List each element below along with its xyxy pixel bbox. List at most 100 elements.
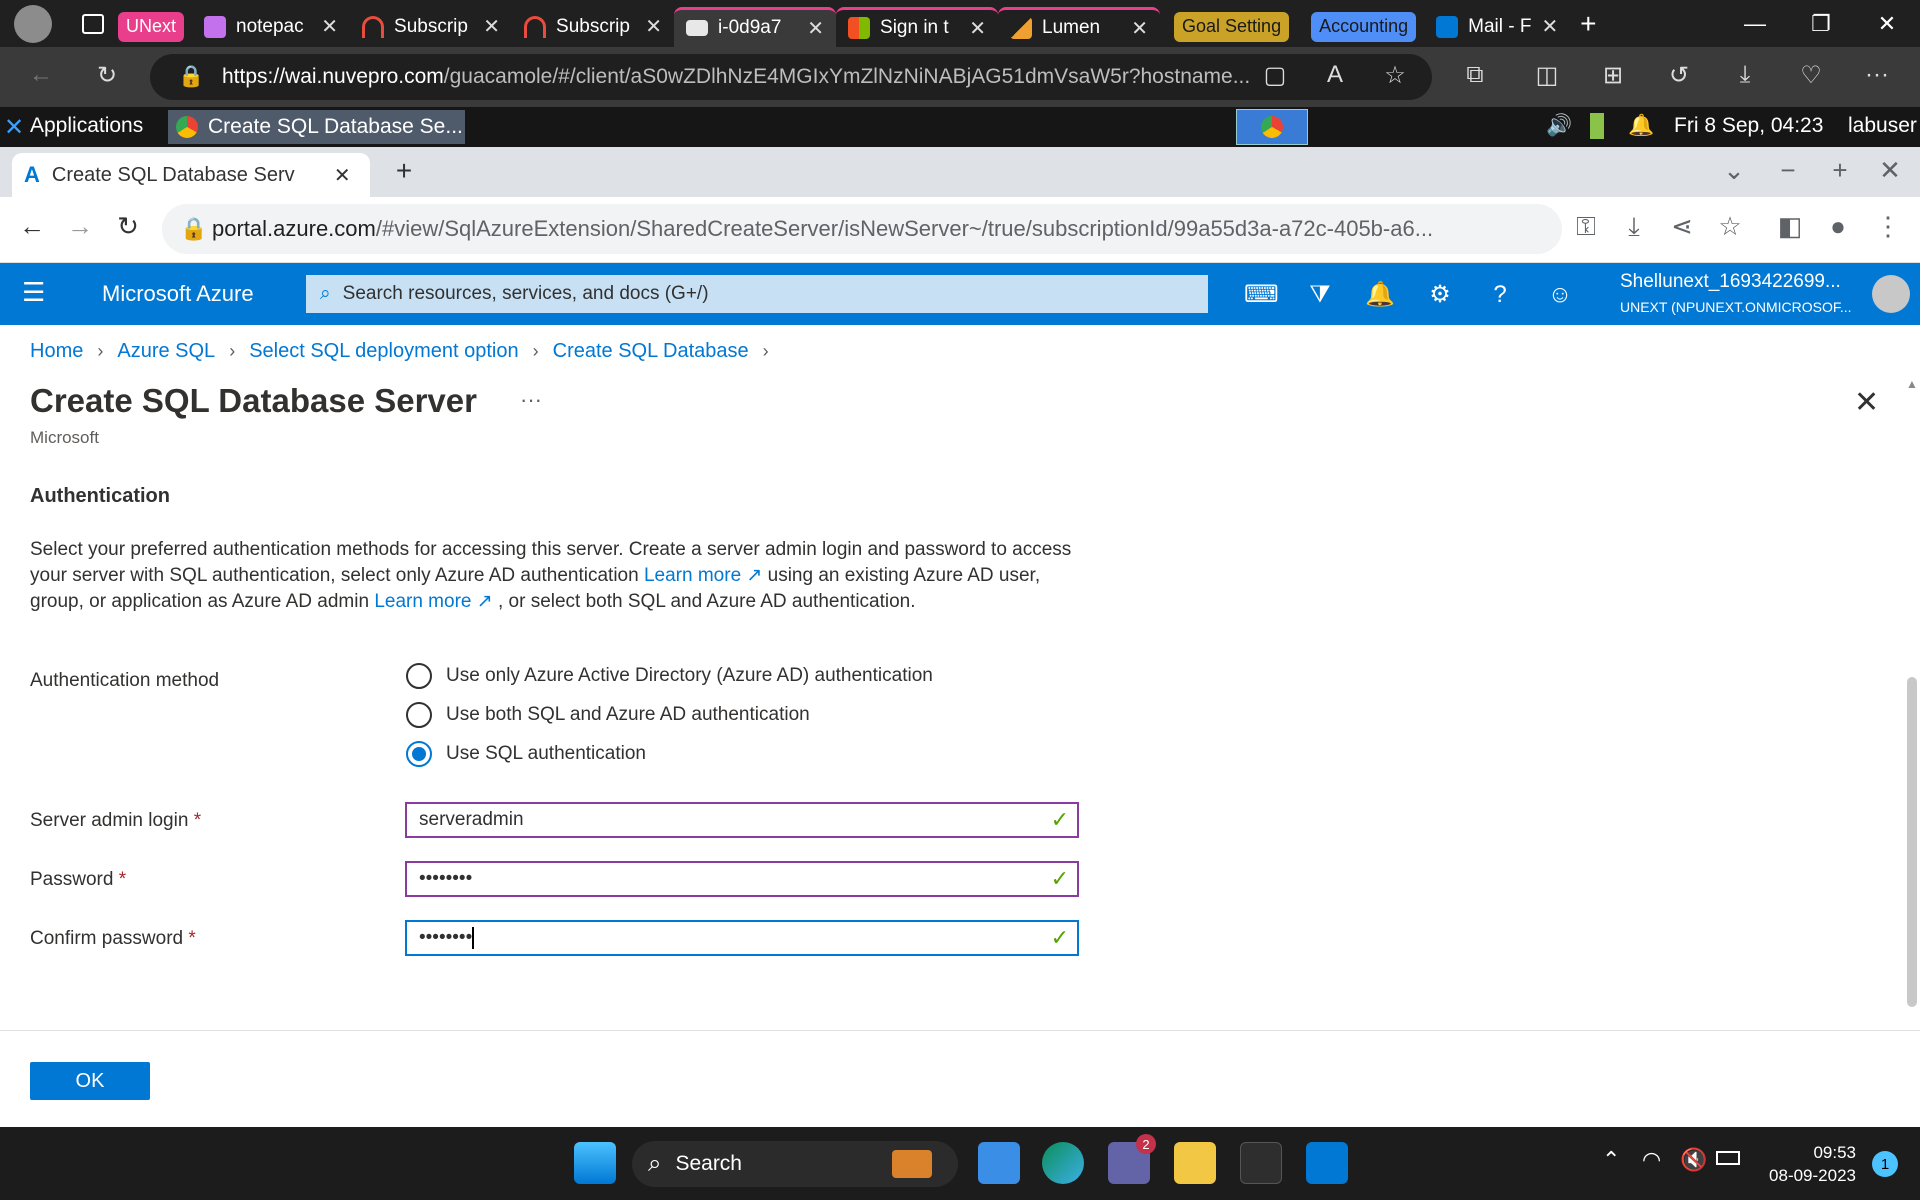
- close-icon[interactable]: ✕: [969, 16, 986, 41]
- performance-icon[interactable]: ♡: [1794, 61, 1828, 90]
- feedback-icon[interactable]: ☺: [1544, 279, 1576, 311]
- close-blade-icon[interactable]: ✕: [1854, 385, 1879, 420]
- breadcrumb-select-deployment[interactable]: Select SQL deployment option: [249, 340, 518, 363]
- teams-app-icon[interactable]: 2: [1108, 1134, 1156, 1184]
- radio-sql-only[interactable]: Use SQL authentication: [406, 741, 646, 767]
- scrollbar-thumb[interactable]: [1907, 677, 1917, 1007]
- notifications-icon[interactable]: 🔔: [1364, 279, 1396, 311]
- profile-icon[interactable]: ●: [1820, 211, 1856, 242]
- read-aloud-icon[interactable]: A: [1318, 61, 1352, 89]
- notification-bell-icon[interactable]: 🔔: [1628, 114, 1654, 138]
- history-icon[interactable]: ↺: [1662, 61, 1696, 90]
- split-screen-icon[interactable]: ◫: [1530, 61, 1564, 90]
- learn-more-link[interactable]: Learn more ↗: [644, 565, 762, 586]
- volume-icon[interactable]: 🔊: [1546, 114, 1572, 138]
- ok-button[interactable]: OK: [30, 1062, 150, 1100]
- close-icon[interactable]: ✕: [807, 16, 824, 41]
- site-info-icon[interactable]: 🔒: [180, 216, 207, 242]
- back-icon[interactable]: ←: [14, 211, 50, 242]
- restore-icon[interactable]: ❐: [1788, 11, 1854, 37]
- file-explorer-icon[interactable]: [1174, 1142, 1216, 1184]
- chrome-menu-icon[interactable]: ⋮: [1870, 211, 1906, 242]
- scroll-up-icon[interactable]: ▲: [1906, 377, 1918, 391]
- battery-icon[interactable]: [1716, 1151, 1740, 1165]
- new-tab-icon[interactable]: +: [386, 155, 422, 187]
- edge-tab[interactable]: Lumen ✕: [998, 6, 1161, 47]
- breadcrumb-azure-sql[interactable]: Azure SQL: [117, 340, 215, 363]
- taskbar-window-button[interactable]: Create SQL Database Se...: [168, 110, 465, 144]
- azure-search-input[interactable]: ⌕ Search resources, services, and docs (…: [306, 275, 1208, 313]
- extensions-icon[interactable]: ⧉: [1458, 61, 1492, 89]
- close-icon[interactable]: ✕: [1541, 14, 1558, 39]
- minimize-icon[interactable]: −: [1770, 155, 1806, 186]
- cloud-shell-icon[interactable]: ⌨: [1244, 279, 1279, 311]
- bookmark-star-icon[interactable]: ☆: [1712, 211, 1748, 242]
- minimize-icon[interactable]: —: [1722, 11, 1788, 37]
- chrome-address-bar[interactable]: 🔒 portal.azure.com/#view/SqlAzureExtensi…: [162, 204, 1562, 254]
- account-tenant[interactable]: UNEXT (NPUNEXT.ONMICROSOF...: [1620, 299, 1852, 315]
- clipboard-icon[interactable]: ▢: [1258, 61, 1292, 90]
- wifi-icon[interactable]: ◠: [1642, 1147, 1661, 1173]
- collections-icon[interactable]: ⊞: [1596, 61, 1630, 90]
- workspace-button[interactable]: [1236, 109, 1308, 145]
- battery-icon[interactable]: [1590, 113, 1604, 139]
- panel-user[interactable]: labuser: [1848, 114, 1917, 138]
- download-icon[interactable]: ⤓: [1728, 61, 1762, 89]
- tab-group-goal-setting[interactable]: Goal Setting: [1174, 11, 1290, 42]
- close-icon[interactable]: ✕: [645, 14, 662, 39]
- window-close-icon[interactable]: ✕: [1854, 11, 1920, 37]
- maximize-icon[interactable]: +: [1822, 155, 1858, 186]
- edge-tab[interactable]: Mail - F ✕: [1424, 7, 1570, 47]
- applications-menu[interactable]: Applications: [30, 114, 143, 138]
- refresh-icon[interactable]: ↻: [90, 61, 124, 90]
- volume-muted-icon[interactable]: 🔇: [1680, 1147, 1707, 1173]
- notification-center-badge[interactable]: 1: [1872, 1151, 1898, 1177]
- key-icon[interactable]: ⚿: [1568, 211, 1604, 243]
- edge-address-bar[interactable]: 🔒 https://wai.nuvepro.com/guacamole/#/cl…: [150, 54, 1432, 100]
- edge-app-icon[interactable]: [1042, 1142, 1084, 1184]
- edge-tab-active[interactable]: i-0d9a7 ✕: [674, 6, 837, 47]
- password-input[interactable]: •••••••• ✓: [405, 861, 1079, 897]
- install-icon[interactable]: ⤓: [1616, 211, 1652, 243]
- start-icon[interactable]: [574, 1142, 616, 1184]
- directory-filter-icon[interactable]: ⧩: [1304, 279, 1336, 311]
- profile-avatar[interactable]: [14, 4, 52, 43]
- hamburger-menu-icon[interactable]: ☰: [22, 277, 45, 308]
- taskbar-search[interactable]: ⌕ Search: [632, 1141, 958, 1187]
- favorite-icon[interactable]: ☆: [1378, 61, 1412, 90]
- learn-more-link[interactable]: Learn more ↗: [374, 591, 492, 612]
- avatar[interactable]: [1872, 275, 1910, 313]
- share-icon[interactable]: ⋖: [1664, 211, 1700, 242]
- azure-brand[interactable]: Microsoft Azure: [102, 281, 254, 307]
- edge-tab[interactable]: Subscrip ✕: [512, 7, 674, 47]
- close-icon[interactable]: ✕: [334, 163, 351, 188]
- more-menu-icon[interactable]: ···: [1860, 61, 1894, 89]
- tab-group-accounting[interactable]: Accounting: [1311, 11, 1417, 42]
- radio-sql-and-azure-ad[interactable]: Use both SQL and Azure AD authentication: [406, 702, 810, 728]
- tab-actions-icon[interactable]: [82, 13, 104, 34]
- chrome-tab-active[interactable]: A Create SQL Database Serv ✕: [12, 153, 370, 197]
- panel-clock[interactable]: Fri 8 Sep, 04:23: [1674, 114, 1823, 138]
- back-icon[interactable]: ←: [24, 61, 58, 89]
- forward-icon[interactable]: →: [62, 211, 98, 242]
- breadcrumb-create-database[interactable]: Create SQL Database: [553, 340, 749, 363]
- account-name[interactable]: Shellunext_1693422699...: [1620, 271, 1841, 293]
- reload-icon[interactable]: ↻: [110, 211, 146, 242]
- radio-circle[interactable]: [406, 663, 432, 689]
- breadcrumb-home[interactable]: Home: [30, 340, 83, 363]
- help-icon[interactable]: ?: [1484, 279, 1516, 311]
- tray-chevron-icon[interactable]: ⌃: [1602, 1147, 1620, 1173]
- radio-circle-selected[interactable]: [406, 741, 432, 767]
- radio-circle[interactable]: [406, 702, 432, 728]
- terminal-icon[interactable]: [1240, 1142, 1282, 1184]
- window-close-icon[interactable]: ✕: [1872, 155, 1908, 186]
- close-icon[interactable]: ✕: [321, 14, 338, 39]
- edge-tab[interactable]: Subscrip ✕: [350, 7, 512, 47]
- outlook-app-icon[interactable]: [1306, 1142, 1348, 1184]
- tab-group-unext[interactable]: UNext: [118, 11, 185, 42]
- edge-tab[interactable]: notepac ✕: [192, 7, 350, 47]
- close-icon[interactable]: ✕: [1131, 16, 1148, 41]
- close-icon[interactable]: ✕: [483, 14, 500, 39]
- new-tab-icon[interactable]: +: [1580, 8, 1596, 40]
- settings-icon[interactable]: ⚙: [1424, 279, 1456, 311]
